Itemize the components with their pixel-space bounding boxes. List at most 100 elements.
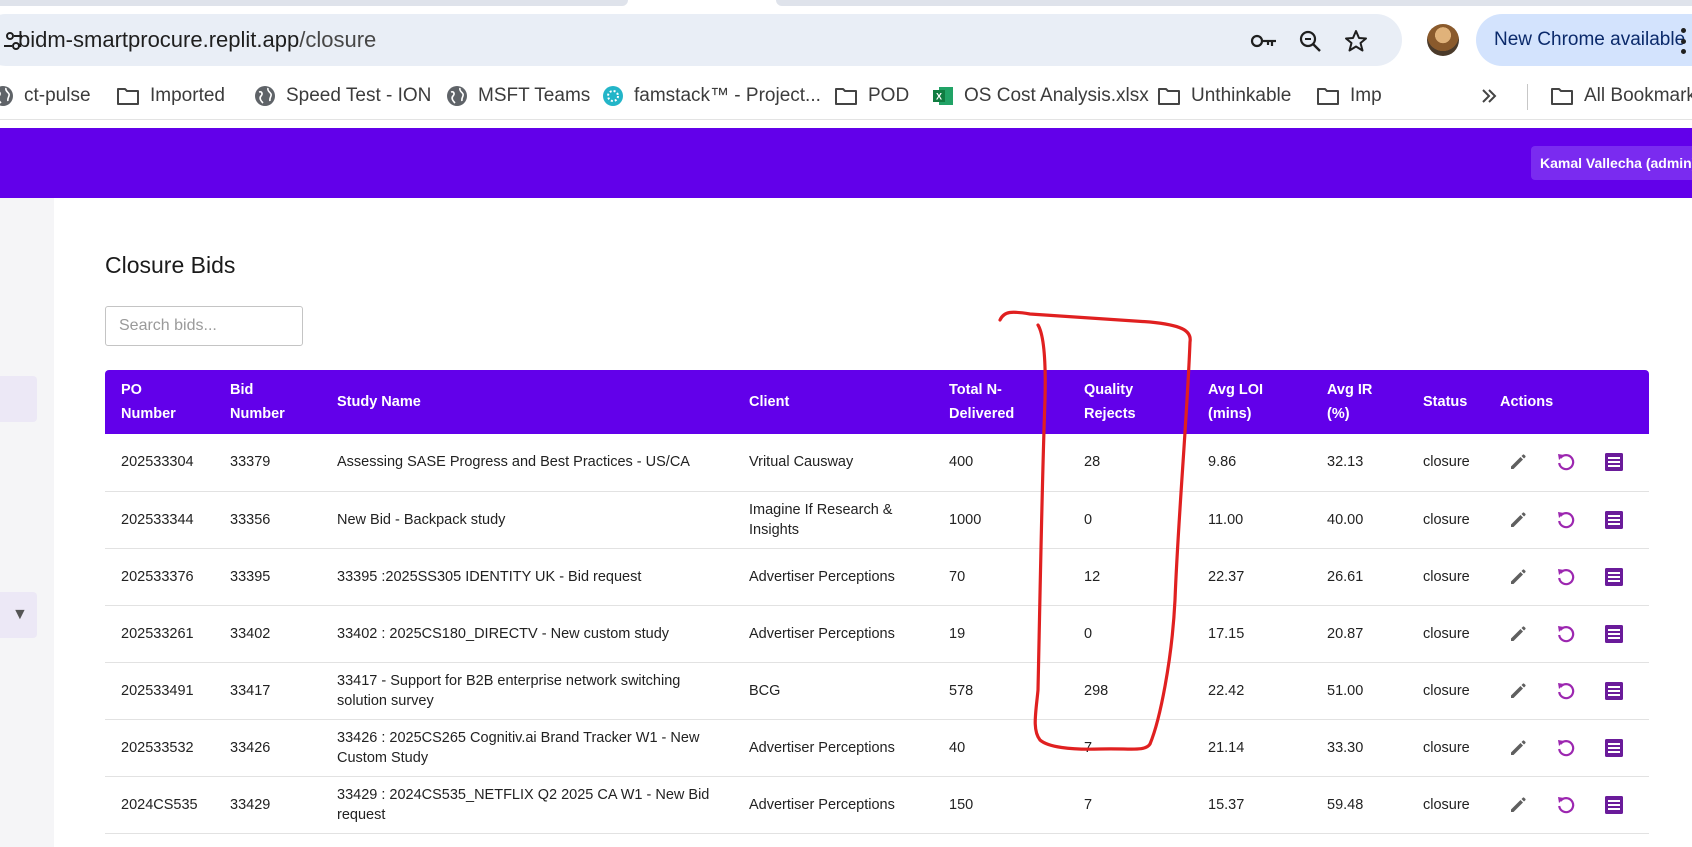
chrome-menu-icon[interactable]	[1680, 28, 1686, 54]
browser-toolbar: bidm-smartprocure.replit.app/closure New…	[0, 14, 1692, 68]
cell-total: 1000	[933, 491, 1068, 549]
revert-icon[interactable]	[1552, 506, 1580, 534]
cell-bid: 33417	[214, 662, 321, 720]
header-bid-number[interactable]: Bid Number	[214, 370, 321, 434]
revert-icon[interactable]	[1552, 620, 1580, 648]
revert-icon[interactable]	[1552, 791, 1580, 819]
password-key-icon[interactable]	[1250, 27, 1278, 55]
cell-status: closure	[1407, 605, 1484, 663]
table-row[interactable]: 202533491 33417 33417 - Support for B2B en…	[105, 662, 1649, 720]
address-bar[interactable]: bidm-smartprocure.replit.app/closure	[0, 14, 1402, 66]
table-row[interactable]: 202533344 33356 New Bid - Backpack study Im…	[105, 491, 1649, 549]
details-list-icon[interactable]	[1600, 677, 1628, 705]
table-row[interactable]: 202533261 33402 33402 : 2025CS180_DIRECTV …	[105, 605, 1649, 663]
page-title: Closure Bids	[105, 252, 236, 278]
cell-total: 150	[933, 776, 1068, 834]
cell-loi: 21.14	[1192, 719, 1311, 777]
cell-bid: 33395	[214, 548, 321, 606]
header-avg-ir[interactable]: Avg IR (%)	[1311, 370, 1407, 434]
profile-avatar[interactable]	[1427, 24, 1459, 56]
cell-bid: 33429	[214, 776, 321, 834]
cell-ir: 20.87	[1311, 605, 1407, 663]
header-client[interactable]: Client	[733, 370, 933, 434]
cell-study: Assessing SASE Progress and Best Practic…	[321, 434, 733, 492]
closure-bids-table: PO Number Bid Number Study Name Client Tot…	[105, 370, 1649, 834]
bookmark-famstack-project[interactable]: famstack™ - Project...	[602, 83, 821, 109]
details-list-icon[interactable]	[1600, 620, 1628, 648]
bookmark-label: ct-pulse	[24, 85, 91, 106]
bookmark-imp[interactable]: Imp	[1316, 83, 1382, 109]
cell-client: Advertiser Perceptions	[733, 605, 933, 663]
cell-actions	[1484, 434, 1649, 492]
header-quality-rejects[interactable]: Quality Rejects	[1068, 370, 1192, 434]
zoom-icon[interactable]	[1296, 27, 1324, 55]
cell-loi: 17.15	[1192, 605, 1311, 663]
cell-total: 400	[933, 434, 1068, 492]
revert-icon[interactable]	[1552, 734, 1580, 762]
header-po-number[interactable]: PO Number	[105, 370, 214, 434]
folder-icon	[1316, 86, 1340, 106]
inactive-tab[interactable]	[776, 0, 1692, 6]
bookmark-imported[interactable]: Imported	[116, 83, 225, 109]
cell-status: closure	[1407, 548, 1484, 606]
sidebar-item-expandable[interactable]: ▼	[0, 592, 37, 638]
search-input[interactable]	[105, 306, 303, 346]
cell-study: 33402 : 2025CS180_DIRECTV - New custom s…	[321, 605, 733, 663]
bookmark-label: POD	[868, 85, 910, 106]
revert-icon[interactable]	[1552, 677, 1580, 705]
edit-icon[interactable]	[1504, 734, 1532, 762]
bookmark-star-icon[interactable]	[1342, 27, 1370, 55]
more-bookmarks-chevron-icon[interactable]	[1480, 83, 1498, 109]
header-avg-loi[interactable]: Avg LOI (mins)	[1192, 370, 1311, 434]
cell-bid: 33379	[214, 434, 321, 492]
bookmark-unthinkable[interactable]: Unthinkable	[1157, 83, 1291, 109]
header-total-delivered[interactable]: Total N- Delivered	[933, 370, 1068, 434]
details-list-icon[interactable]	[1600, 506, 1628, 534]
details-list-icon[interactable]	[1600, 791, 1628, 819]
cell-client: Advertiser Perceptions	[733, 548, 933, 606]
cell-bid: 33356	[214, 491, 321, 549]
bookmark-msft-teams[interactable]: MSFT Teams	[446, 83, 590, 109]
cell-po: 202533376	[105, 548, 214, 606]
bookmark-os-cost-analysis-xlsx[interactable]: X OS Cost Analysis.xlsx	[932, 83, 1149, 109]
sidebar-item-active[interactable]	[0, 376, 37, 422]
edit-icon[interactable]	[1504, 563, 1532, 591]
bookmark-speed-test-ion[interactable]: Speed Test - ION	[254, 83, 431, 109]
details-list-icon[interactable]	[1600, 448, 1628, 476]
details-list-icon[interactable]	[1600, 563, 1628, 591]
svg-text:X: X	[936, 92, 942, 102]
edit-icon[interactable]	[1504, 620, 1532, 648]
cell-study: 33426 : 2025CS265 Cognitiv.ai Brand Trac…	[321, 719, 733, 777]
app-header: Kamal Vallecha (admin)▾	[0, 128, 1692, 198]
bookmarks-bar: ct-pulse Imported Speed Test - ION MSFT Tea…	[0, 72, 1692, 120]
table-row[interactable]: 202533304 33379 Assessing SASE Progress an…	[105, 434, 1649, 492]
user-menu-button[interactable]: Kamal Vallecha (admin)▾	[1531, 146, 1692, 180]
table-row[interactable]: 2024CS535 33429 33429 : 2024CS535_NETFLIX …	[105, 776, 1649, 834]
cell-po: 202533344	[105, 491, 214, 549]
bookmark-pod[interactable]: POD	[834, 83, 909, 109]
cell-total: 70	[933, 548, 1068, 606]
inactive-tab[interactable]	[0, 0, 628, 6]
cell-ir: 26.61	[1311, 548, 1407, 606]
details-list-icon[interactable]	[1600, 734, 1628, 762]
folder-icon	[116, 86, 140, 106]
chrome-update-button[interactable]: New Chrome available	[1476, 14, 1692, 66]
bookmark-ct-pulse[interactable]: ct-pulse	[0, 83, 91, 109]
edit-icon[interactable]	[1504, 677, 1532, 705]
header-status[interactable]: Status	[1407, 370, 1484, 434]
table-row[interactable]: 202533532 33426 33426 : 2025CS265 Cognitiv…	[105, 719, 1649, 777]
revert-icon[interactable]	[1552, 563, 1580, 591]
cell-rejects: 0	[1068, 605, 1192, 663]
bookmark-all-bookmarks[interactable]: All Bookmarks	[1550, 83, 1692, 109]
edit-icon[interactable]	[1504, 791, 1532, 819]
url-text[interactable]: bidm-smartprocure.replit.app/closure	[18, 27, 376, 53]
cell-actions	[1484, 662, 1649, 720]
edit-icon[interactable]	[1504, 506, 1532, 534]
famstack-icon	[602, 85, 624, 107]
table-row[interactable]: 202533376 33395 33395 :2025SS305 IDENTITY …	[105, 548, 1649, 606]
header-study-name[interactable]: Study Name	[321, 370, 733, 434]
revert-icon[interactable]	[1552, 448, 1580, 476]
edit-icon[interactable]	[1504, 448, 1532, 476]
header-actions: Actions	[1484, 370, 1649, 434]
bookmark-label: Imported	[150, 85, 225, 106]
